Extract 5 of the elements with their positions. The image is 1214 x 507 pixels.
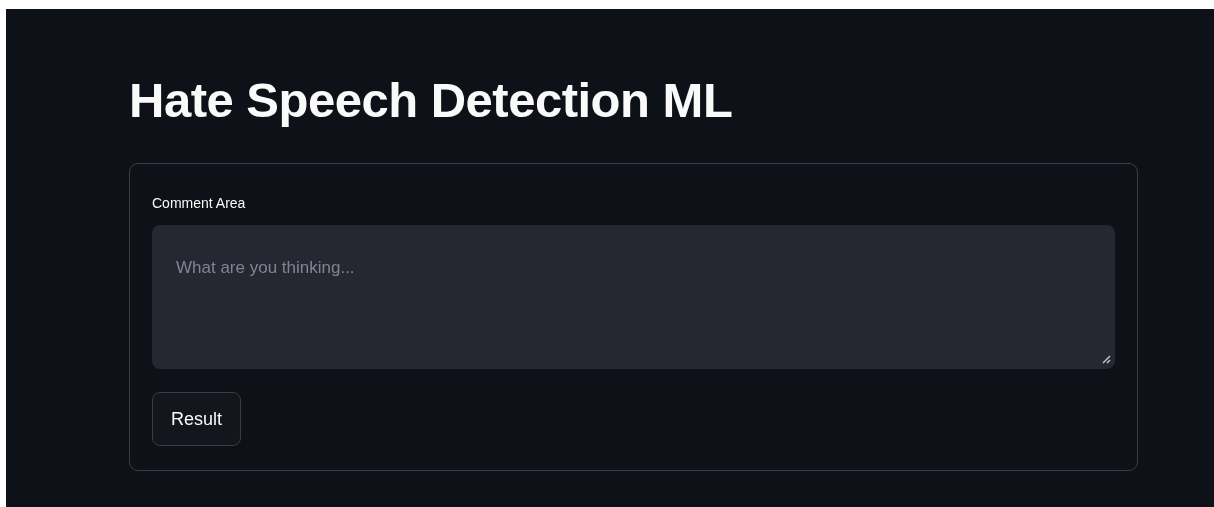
result-button[interactable]: Result <box>152 392 242 446</box>
resize-handle-icon[interactable] <box>1102 355 1111 364</box>
page-title: Hate Speech Detection ML <box>129 72 733 129</box>
field-label: Comment Area <box>152 194 246 212</box>
comment-field[interactable]: What are you thinking... <box>152 225 1115 369</box>
